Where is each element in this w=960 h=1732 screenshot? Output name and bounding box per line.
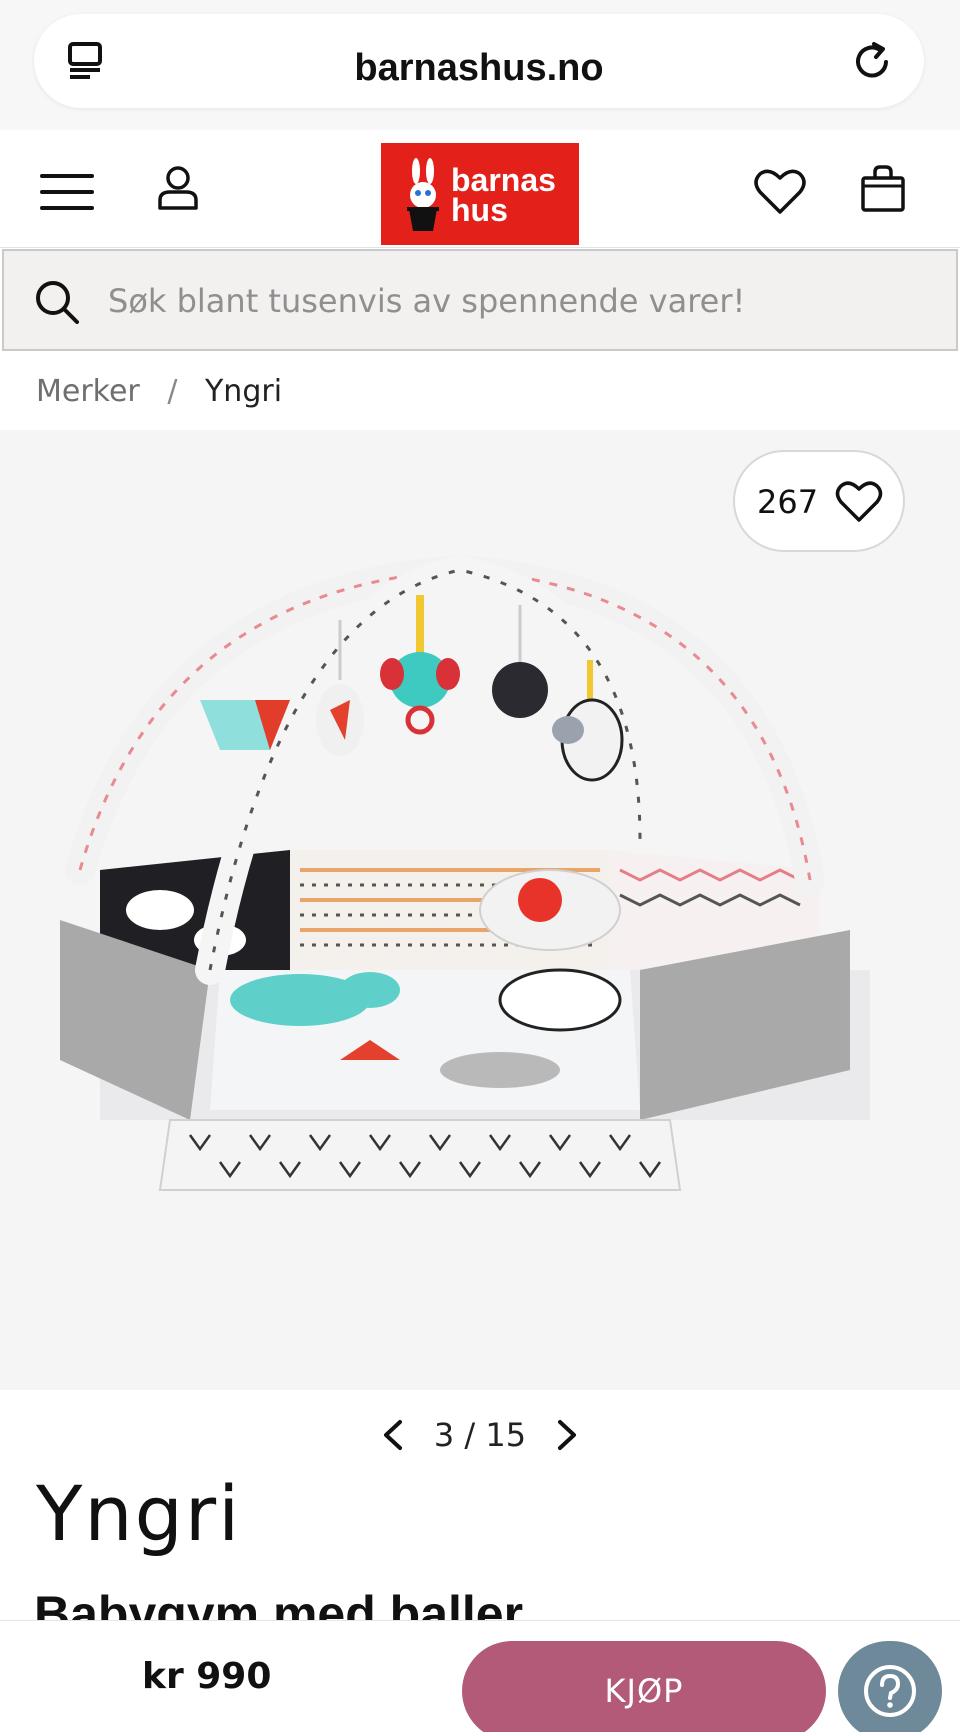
product-price: kr 990	[142, 1656, 272, 1697]
help-button[interactable]	[838, 1641, 942, 1732]
title-clip: Babygym med baller	[0, 0, 960, 1620]
page: barnashus.no barnas hus Søk blant tusenv…	[0, 0, 960, 1732]
product-title: Babygym med baller	[34, 1586, 524, 1620]
buy-button[interactable]: KJØP	[462, 1641, 826, 1732]
question-mark-icon	[864, 1665, 916, 1717]
sticky-buy-bar: kr 990 KJØP	[0, 1620, 960, 1732]
